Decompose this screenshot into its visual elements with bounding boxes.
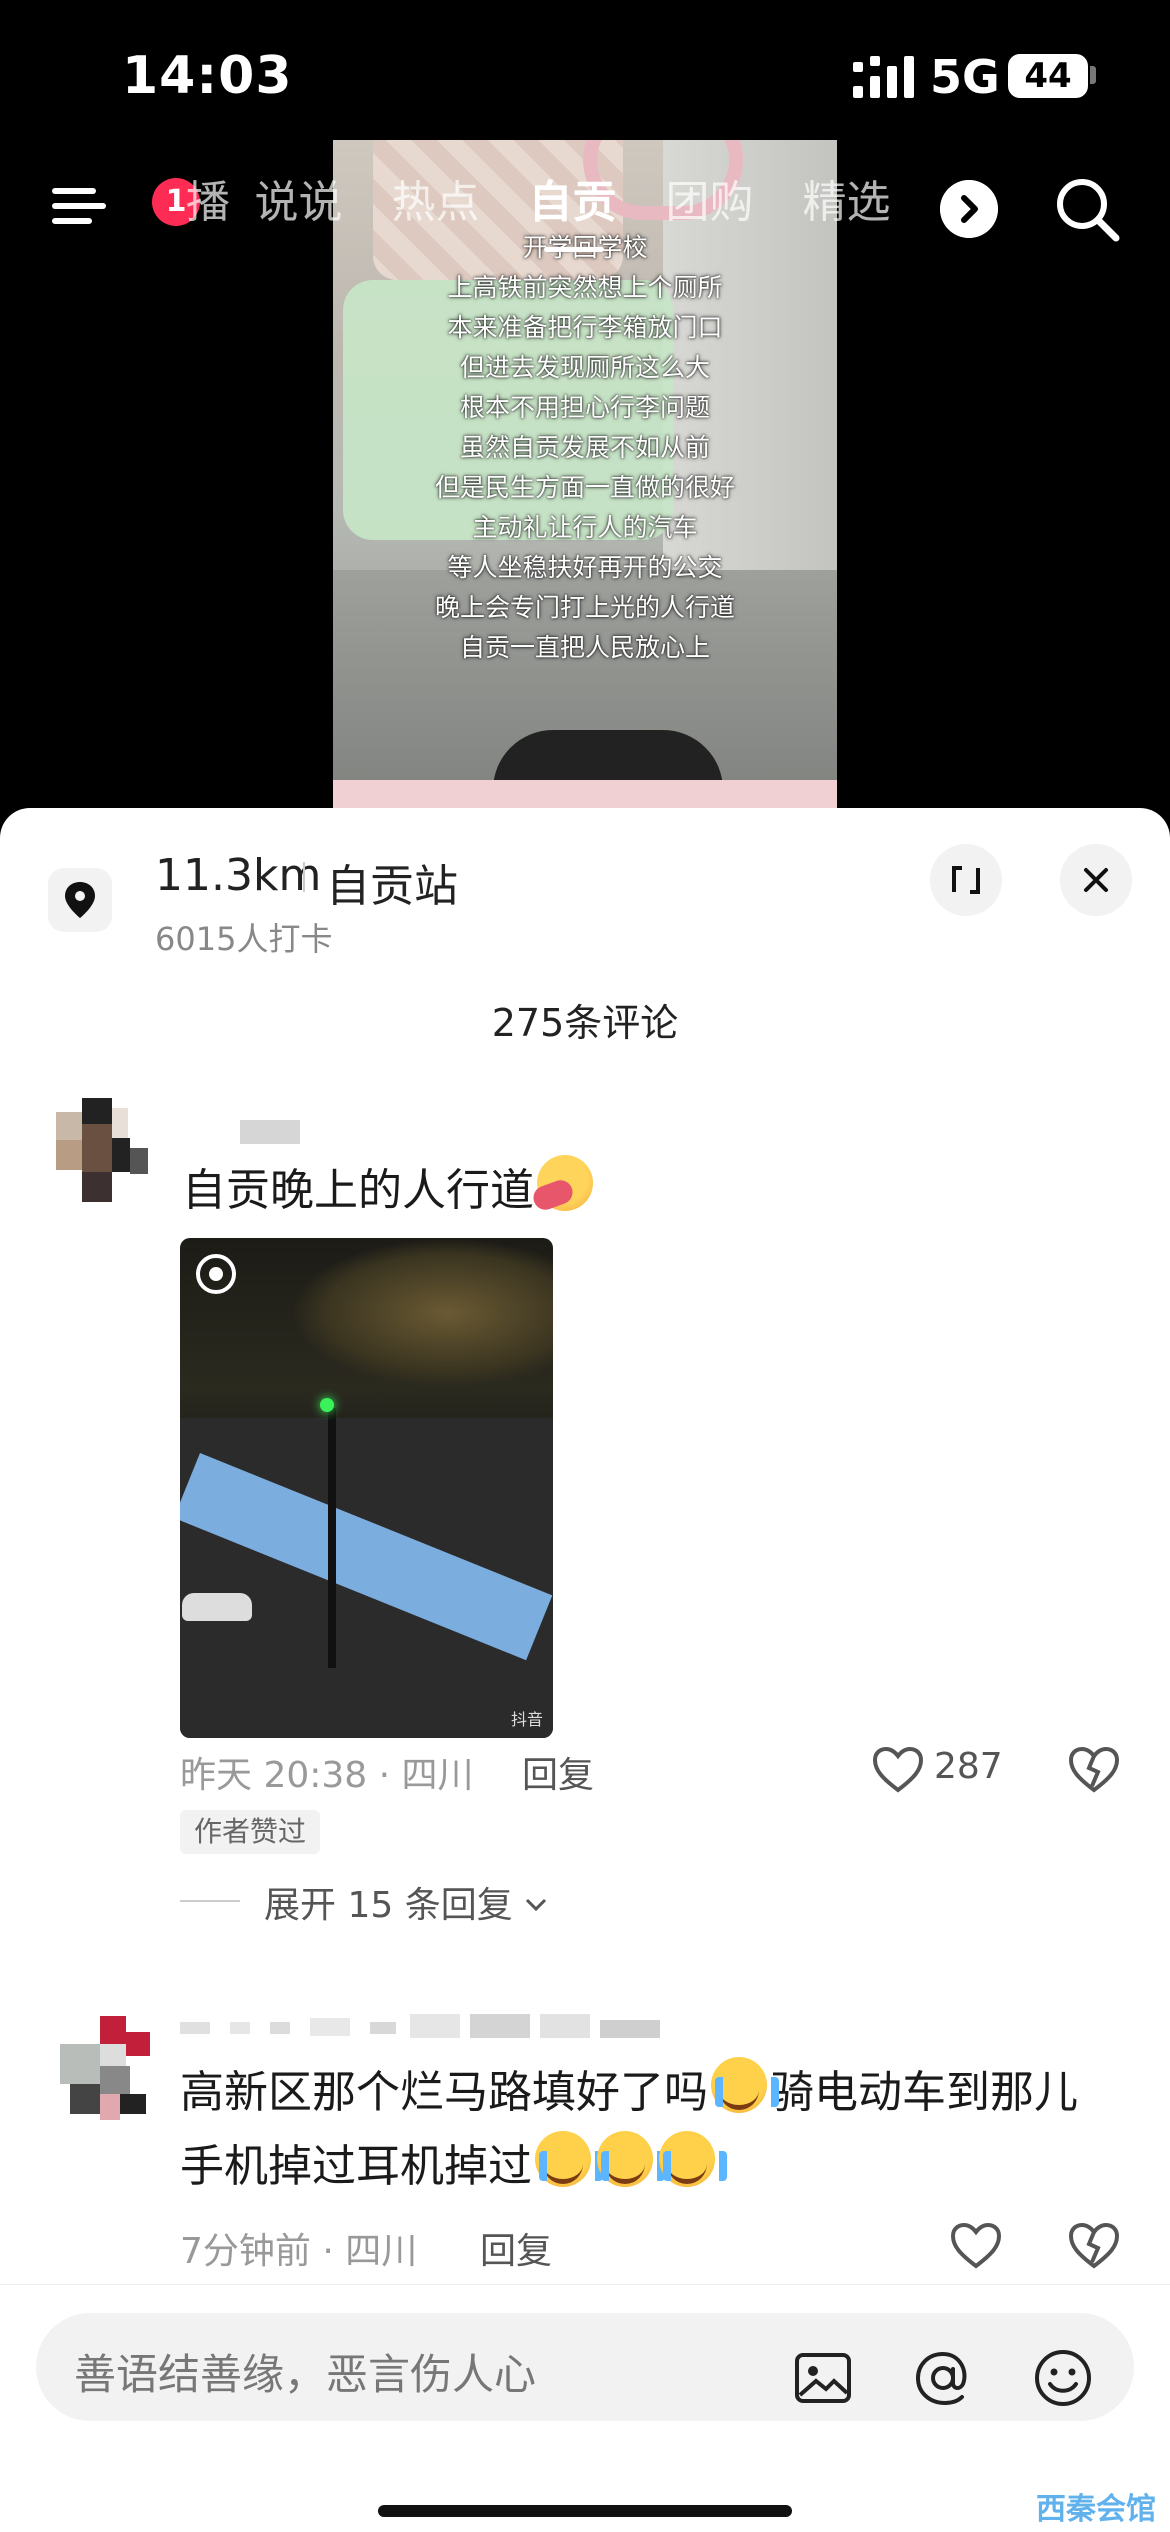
avatar[interactable]: [50, 2016, 150, 2136]
caption-line: 虽然自贡发展不如从前: [459, 433, 710, 462]
location-pin-icon: [48, 868, 112, 932]
site-watermark: 西秦会馆: [1036, 2492, 1156, 2527]
reply-button[interactable]: 回复: [522, 1746, 594, 1798]
chevron-down-icon: [526, 1898, 547, 1912]
comment-text-body: 手机掉过耳机掉过: [180, 2141, 532, 2192]
tab-group-buy[interactable]: 团购: [641, 168, 778, 248]
photo-pole: [328, 1408, 336, 1668]
heart-icon[interactable]: [872, 1746, 924, 1794]
battery-cap: [1090, 66, 1096, 84]
image-watermark: 抖音: [510, 1710, 543, 1729]
broken-heart-icon[interactable]: [1068, 1746, 1120, 1794]
divider: [303, 862, 305, 892]
status-time: 14:03: [122, 46, 293, 106]
caption-line: 上高铁前突然想上个厕所: [447, 273, 723, 302]
comment-meta: 7分钟前 · 四川: [180, 2231, 418, 2272]
caption-line: 等人坐稳扶好再开的公交: [447, 553, 723, 582]
video-caption: 开学回学校 上高铁前突然想上个厕所 本来准备把行李箱放门口 但进去发现厕所这么大…: [333, 228, 837, 668]
like-count: 287: [934, 1746, 1003, 1787]
top-nav: 1 播 说说 热点 自贡 团购 精选: [0, 160, 1170, 252]
username-redacted[interactable]: [180, 2014, 660, 2038]
battery-icon: 44: [1008, 54, 1088, 98]
location-distance: 11.3km: [155, 850, 322, 901]
comment-text: 自贡晚上的人行道: [182, 1154, 596, 1228]
input-placeholder: 善语结善缘，恶言伤人心: [74, 2350, 537, 2399]
caption-line: 主动礼让行人的汽车: [472, 513, 698, 542]
image-icon[interactable]: [792, 2347, 854, 2409]
reply-button[interactable]: 回复: [480, 2222, 552, 2274]
comments-sheet: 11.3km 自贡站 6015人打卡 275条评论 自贡晚上的人行道 抖音 昨天…: [0, 808, 1170, 2532]
crying-emoji-icon: [597, 2131, 665, 2187]
caption-line: 但是民生方面一直做的很好: [434, 473, 735, 502]
crying-emoji-icon: [535, 2131, 603, 2187]
broken-heart-icon[interactable]: [1068, 2222, 1120, 2270]
comment-image[interactable]: 抖音: [180, 1238, 553, 1738]
caption-line: 自贡一直把人民放心上: [459, 633, 710, 662]
home-indicator[interactable]: [378, 2505, 792, 2517]
emoji-icon[interactable]: [1032, 2347, 1094, 2409]
photo-car: [182, 1593, 252, 1621]
comment-input[interactable]: 善语结善缘，恶言伤人心: [36, 2313, 1134, 2421]
menu-icon[interactable]: 1: [52, 178, 200, 228]
tab-hot[interactable]: 热点: [367, 168, 504, 248]
tab-zigong[interactable]: 自贡: [504, 168, 641, 252]
photo-trees: [290, 1238, 553, 1388]
chevron-right-icon[interactable]: [940, 180, 998, 238]
comment-text-body: 自贡晚上的人行道: [182, 1165, 534, 1216]
comment-text-body: 骑电动车到那儿: [770, 2067, 1078, 2118]
app-screen: 开学回学校 上高铁前突然想上个厕所 本来准备把行李箱放门口 但进去发现厕所这么大…: [0, 0, 1170, 2532]
tab-bar: 播 说说 热点 自贡 团购 精选: [150, 168, 915, 252]
network-type: 5G: [930, 50, 1000, 104]
caption-line: 但进去发现厕所这么大: [459, 353, 710, 382]
tab-featured[interactable]: 精选: [778, 168, 915, 248]
username-redacted[interactable]: [240, 1120, 300, 1144]
crying-emoji-icon: [659, 2131, 727, 2187]
caption-line: 晚上会专门打上光的人行道: [434, 593, 735, 622]
live-photo-icon: [196, 1254, 236, 1294]
hug-emoji-icon: [537, 1155, 593, 1211]
avatar[interactable]: [56, 1098, 156, 1218]
author-liked-tag: 作者赞过: [180, 1810, 321, 1854]
comment-input-bar: 善语结善缘，恶言伤人心 西秦会馆: [0, 2284, 1170, 2532]
mention-icon[interactable]: [912, 2347, 974, 2409]
signal-icon: [853, 56, 914, 98]
crying-emoji-icon: [711, 2057, 779, 2113]
comment-count: 275条评论: [491, 1001, 679, 1045]
heart-icon[interactable]: [950, 2222, 1002, 2270]
location-name[interactable]: 自贡站: [326, 850, 458, 914]
caption-line: 本来准备把行李箱放门口: [447, 313, 723, 342]
comment-text-body: 高新区那个烂马路填好了吗: [180, 2067, 708, 2118]
tab-live[interactable]: 播: [150, 168, 230, 248]
status-bar: 14:03 5G 44: [0, 0, 1170, 150]
video-scene-clothes: [333, 780, 837, 810]
search-icon[interactable]: [1052, 174, 1122, 244]
photo-traffic-light: [320, 1398, 334, 1412]
tab-shuoshuo[interactable]: 说说: [230, 168, 367, 248]
caption-line: 根本不用担心行李问题: [459, 393, 710, 422]
comment-meta: 昨天 20:38 · 四川: [180, 1755, 474, 1796]
expand-replies-label: 展开 15 条回复: [264, 1876, 548, 1928]
expand-icon[interactable]: [930, 844, 1002, 916]
close-icon[interactable]: [1060, 844, 1132, 916]
comment-text: 高新区那个烂马路填好了吗 骑电动车到那儿 手机掉过耳机掉过: [180, 2056, 1130, 2204]
checkin-count: 6015人打卡: [155, 920, 333, 958]
divider: [180, 1900, 240, 1902]
